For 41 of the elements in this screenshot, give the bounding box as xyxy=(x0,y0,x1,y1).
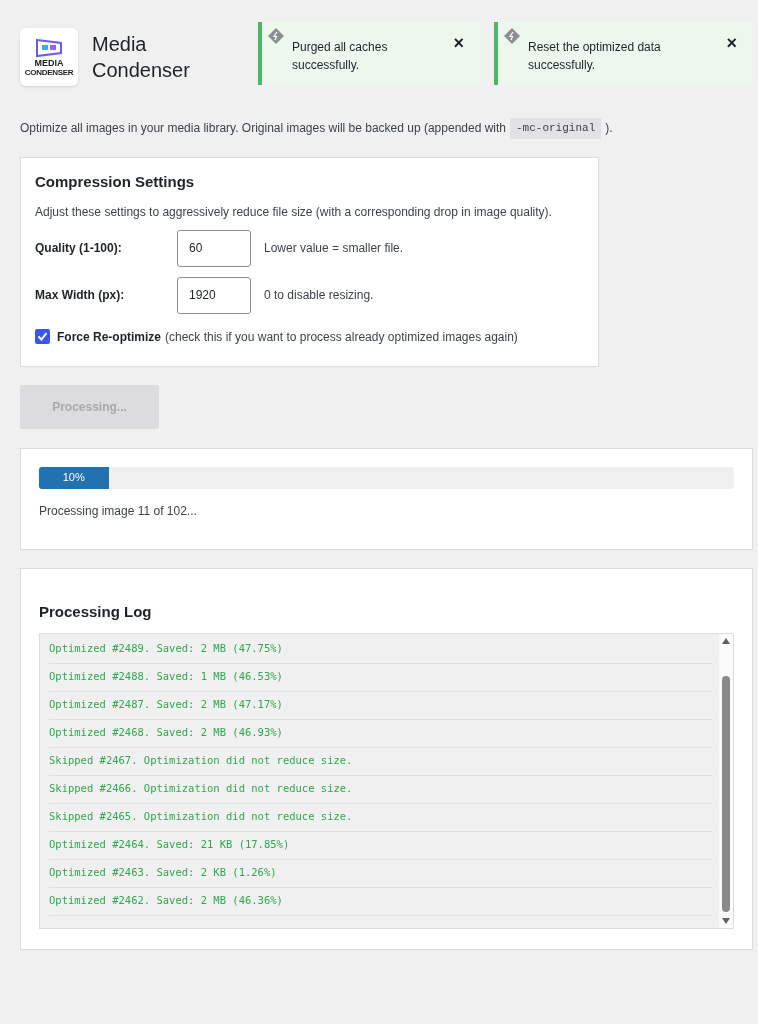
progress-status: Processing image 11 of 102... xyxy=(39,502,198,520)
log-entry: Optimized #2489. Saved: 2 MB (47.75%) xyxy=(49,635,713,664)
dismiss-button[interactable]: × xyxy=(453,34,464,52)
suffix-code: -mc-original xyxy=(510,118,602,139)
logo-wordmark: MEDIA xyxy=(34,58,64,68)
page-description: Optimize all images in your media library. Original images will be backed up (appended with xyxy=(20,120,506,138)
checkbox-note: (check this if you want to process already optimized images again) xyxy=(165,328,518,346)
notice-message: Reset the optimized data successfully. xyxy=(528,39,662,74)
progress-percent: 10% xyxy=(62,470,85,486)
settings-title: Compression Settings xyxy=(35,171,196,192)
log-entry: Optimized #2488. Saved: 1 MB (46.53%) xyxy=(49,663,713,692)
force-checkbox[interactable] xyxy=(35,329,50,344)
notice-message: Purged all caches successfully. xyxy=(292,39,389,74)
log-entry: Optimized #2464. Saved: 21 KB (17.85%) xyxy=(49,831,713,860)
checkbox-label: Force Re-optimize xyxy=(57,328,161,346)
media-logo-icon xyxy=(35,37,63,58)
scroll-thumb[interactable] xyxy=(722,675,730,912)
field-label: Quality (1-100): xyxy=(35,240,123,257)
scrollbar[interactable] xyxy=(719,633,733,928)
description-end: ). xyxy=(605,120,613,138)
log-entry: Skipped #2467. Optimization did not reduce size. xyxy=(49,747,713,776)
scroll-down-icon[interactable] xyxy=(722,917,730,924)
log-entry: Optimized #2487. Saved: 2 MB (47.17%) xyxy=(49,691,713,720)
number-input[interactable]: 60 xyxy=(177,229,251,267)
log-entry: Skipped #2466. Optimization did not reduce size. xyxy=(49,775,713,804)
field-hint: 0 to disable resizing. xyxy=(264,287,374,304)
notice-diamond-icon xyxy=(268,28,284,44)
logo-subtitle: CONDENSER xyxy=(24,67,74,77)
dismiss-button[interactable]: × xyxy=(726,34,737,52)
log-entry: Optimized #2463. Saved: 2 KB (1.26%) xyxy=(49,859,713,888)
app-title: Media Condenser xyxy=(92,32,191,83)
notice-diamond-icon xyxy=(504,28,520,44)
field-label: Max Width (px): xyxy=(35,287,126,304)
scroll-up-icon[interactable] xyxy=(722,637,730,644)
number-input[interactable]: 1920 xyxy=(177,276,251,314)
log-entry: Optimized #2462. Saved: 2 MB (46.36%) xyxy=(49,887,713,916)
field-hint: Lower value = smaller file. xyxy=(264,240,404,257)
log-title: Processing Log xyxy=(39,601,153,622)
settings-intro: Adjust these settings to aggressively reduce file size (with a corresponding drop in image quality). xyxy=(35,203,553,220)
log-entry: Skipped #2465. Optimization did not reduce size. xyxy=(49,803,713,832)
log-entry: Optimized #2468. Saved: 2 MB (46.93%) xyxy=(49,719,713,748)
